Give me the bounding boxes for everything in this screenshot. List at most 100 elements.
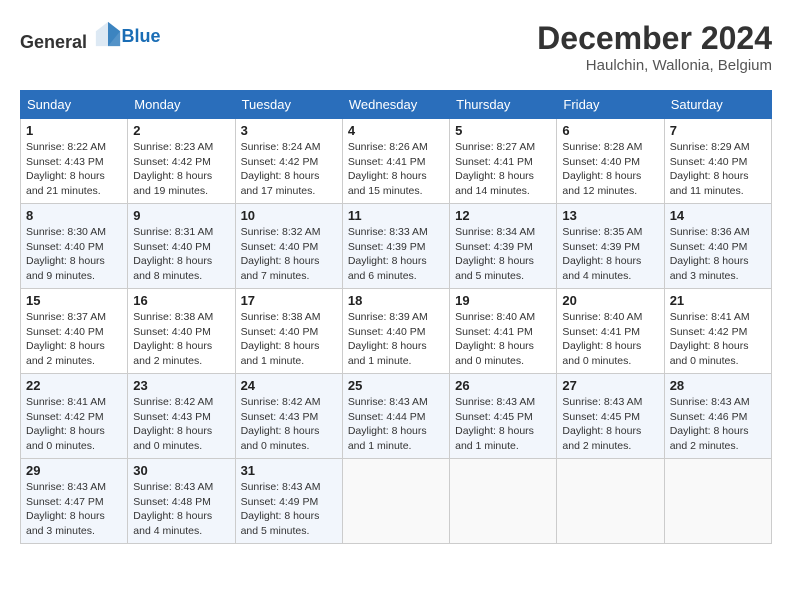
day-number: 22	[26, 378, 122, 393]
day-info: Sunrise: 8:39 AMSunset: 4:40 PMDaylight:…	[348, 311, 428, 367]
calendar-day-cell: 5 Sunrise: 8:27 AMSunset: 4:41 PMDayligh…	[450, 119, 557, 204]
day-number: 8	[26, 208, 122, 223]
day-number: 7	[670, 123, 766, 138]
calendar-day-cell	[557, 459, 664, 544]
day-number: 17	[241, 293, 337, 308]
weekday-header-monday: Monday	[128, 91, 235, 119]
day-number: 11	[348, 208, 444, 223]
day-info: Sunrise: 8:42 AMSunset: 4:43 PMDaylight:…	[133, 396, 213, 452]
day-number: 4	[348, 123, 444, 138]
day-info: Sunrise: 8:41 AMSunset: 4:42 PMDaylight:…	[26, 396, 106, 452]
day-number: 27	[562, 378, 658, 393]
calendar-day-cell: 18 Sunrise: 8:39 AMSunset: 4:40 PMDaylig…	[342, 289, 449, 374]
day-info: Sunrise: 8:40 AMSunset: 4:41 PMDaylight:…	[455, 311, 535, 367]
weekday-header-friday: Friday	[557, 91, 664, 119]
calendar-day-cell: 20 Sunrise: 8:40 AMSunset: 4:41 PMDaylig…	[557, 289, 664, 374]
calendar-day-cell: 7 Sunrise: 8:29 AMSunset: 4:40 PMDayligh…	[664, 119, 771, 204]
weekday-header-thursday: Thursday	[450, 91, 557, 119]
day-info: Sunrise: 8:36 AMSunset: 4:40 PMDaylight:…	[670, 226, 750, 282]
day-number: 1	[26, 123, 122, 138]
location-subtitle: Haulchin, Wallonia, Belgium	[537, 57, 772, 74]
day-number: 15	[26, 293, 122, 308]
day-number: 10	[241, 208, 337, 223]
calendar-week-row: 15 Sunrise: 8:37 AMSunset: 4:40 PMDaylig…	[21, 289, 772, 374]
day-info: Sunrise: 8:30 AMSunset: 4:40 PMDaylight:…	[26, 226, 106, 282]
day-info: Sunrise: 8:22 AMSunset: 4:43 PMDaylight:…	[26, 141, 106, 197]
weekday-header-wednesday: Wednesday	[342, 91, 449, 119]
calendar-day-cell	[342, 459, 449, 544]
day-number: 23	[133, 378, 229, 393]
day-number: 9	[133, 208, 229, 223]
day-number: 25	[348, 378, 444, 393]
calendar-day-cell: 23 Sunrise: 8:42 AMSunset: 4:43 PMDaylig…	[128, 374, 235, 459]
day-info: Sunrise: 8:27 AMSunset: 4:41 PMDaylight:…	[455, 141, 535, 197]
calendar-day-cell: 29 Sunrise: 8:43 AMSunset: 4:47 PMDaylig…	[21, 459, 128, 544]
logo-icon	[94, 20, 122, 48]
day-number: 2	[133, 123, 229, 138]
calendar-day-cell: 15 Sunrise: 8:37 AMSunset: 4:40 PMDaylig…	[21, 289, 128, 374]
day-info: Sunrise: 8:37 AMSunset: 4:40 PMDaylight:…	[26, 311, 106, 367]
calendar-day-cell: 30 Sunrise: 8:43 AMSunset: 4:48 PMDaylig…	[128, 459, 235, 544]
logo-blue: Blue	[122, 26, 161, 46]
month-year-title: December 2024	[537, 20, 772, 57]
day-number: 6	[562, 123, 658, 138]
day-info: Sunrise: 8:40 AMSunset: 4:41 PMDaylight:…	[562, 311, 642, 367]
calendar-day-cell	[450, 459, 557, 544]
day-info: Sunrise: 8:34 AMSunset: 4:39 PMDaylight:…	[455, 226, 535, 282]
day-info: Sunrise: 8:33 AMSunset: 4:39 PMDaylight:…	[348, 226, 428, 282]
weekday-header-tuesday: Tuesday	[235, 91, 342, 119]
day-info: Sunrise: 8:43 AMSunset: 4:45 PMDaylight:…	[455, 396, 535, 452]
calendar-week-row: 1 Sunrise: 8:22 AMSunset: 4:43 PMDayligh…	[21, 119, 772, 204]
day-number: 21	[670, 293, 766, 308]
calendar-day-cell: 6 Sunrise: 8:28 AMSunset: 4:40 PMDayligh…	[557, 119, 664, 204]
page-header: General Blue December 2024 Haulchin, Wal…	[20, 20, 772, 74]
calendar-day-cell: 12 Sunrise: 8:34 AMSunset: 4:39 PMDaylig…	[450, 204, 557, 289]
calendar-day-cell: 27 Sunrise: 8:43 AMSunset: 4:45 PMDaylig…	[557, 374, 664, 459]
day-number: 18	[348, 293, 444, 308]
day-info: Sunrise: 8:43 AMSunset: 4:45 PMDaylight:…	[562, 396, 642, 452]
calendar-day-cell: 21 Sunrise: 8:41 AMSunset: 4:42 PMDaylig…	[664, 289, 771, 374]
calendar-week-row: 22 Sunrise: 8:41 AMSunset: 4:42 PMDaylig…	[21, 374, 772, 459]
calendar-day-cell: 19 Sunrise: 8:40 AMSunset: 4:41 PMDaylig…	[450, 289, 557, 374]
weekday-header-row: SundayMondayTuesdayWednesdayThursdayFrid…	[21, 91, 772, 119]
calendar-day-cell: 28 Sunrise: 8:43 AMSunset: 4:46 PMDaylig…	[664, 374, 771, 459]
logo-general: General	[20, 32, 87, 52]
day-number: 5	[455, 123, 551, 138]
calendar-day-cell: 8 Sunrise: 8:30 AMSunset: 4:40 PMDayligh…	[21, 204, 128, 289]
calendar-day-cell: 9 Sunrise: 8:31 AMSunset: 4:40 PMDayligh…	[128, 204, 235, 289]
calendar-day-cell: 14 Sunrise: 8:36 AMSunset: 4:40 PMDaylig…	[664, 204, 771, 289]
day-info: Sunrise: 8:43 AMSunset: 4:48 PMDaylight:…	[133, 481, 213, 537]
calendar-week-row: 8 Sunrise: 8:30 AMSunset: 4:40 PMDayligh…	[21, 204, 772, 289]
day-info: Sunrise: 8:41 AMSunset: 4:42 PMDaylight:…	[670, 311, 750, 367]
day-number: 29	[26, 463, 122, 478]
day-info: Sunrise: 8:43 AMSunset: 4:47 PMDaylight:…	[26, 481, 106, 537]
day-number: 30	[133, 463, 229, 478]
calendar-table: SundayMondayTuesdayWednesdayThursdayFrid…	[20, 90, 772, 544]
day-number: 12	[455, 208, 551, 223]
day-number: 31	[241, 463, 337, 478]
day-info: Sunrise: 8:43 AMSunset: 4:44 PMDaylight:…	[348, 396, 428, 452]
calendar-day-cell: 13 Sunrise: 8:35 AMSunset: 4:39 PMDaylig…	[557, 204, 664, 289]
calendar-day-cell: 24 Sunrise: 8:42 AMSunset: 4:43 PMDaylig…	[235, 374, 342, 459]
day-number: 28	[670, 378, 766, 393]
day-info: Sunrise: 8:42 AMSunset: 4:43 PMDaylight:…	[241, 396, 321, 452]
calendar-day-cell: 11 Sunrise: 8:33 AMSunset: 4:39 PMDaylig…	[342, 204, 449, 289]
day-info: Sunrise: 8:43 AMSunset: 4:49 PMDaylight:…	[241, 481, 321, 537]
day-info: Sunrise: 8:23 AMSunset: 4:42 PMDaylight:…	[133, 141, 213, 197]
calendar-day-cell: 2 Sunrise: 8:23 AMSunset: 4:42 PMDayligh…	[128, 119, 235, 204]
day-info: Sunrise: 8:38 AMSunset: 4:40 PMDaylight:…	[133, 311, 213, 367]
calendar-day-cell: 1 Sunrise: 8:22 AMSunset: 4:43 PMDayligh…	[21, 119, 128, 204]
calendar-day-cell: 3 Sunrise: 8:24 AMSunset: 4:42 PMDayligh…	[235, 119, 342, 204]
calendar-day-cell	[664, 459, 771, 544]
day-number: 3	[241, 123, 337, 138]
day-info: Sunrise: 8:29 AMSunset: 4:40 PMDaylight:…	[670, 141, 750, 197]
day-info: Sunrise: 8:26 AMSunset: 4:41 PMDaylight:…	[348, 141, 428, 197]
calendar-week-row: 29 Sunrise: 8:43 AMSunset: 4:47 PMDaylig…	[21, 459, 772, 544]
calendar-day-cell: 4 Sunrise: 8:26 AMSunset: 4:41 PMDayligh…	[342, 119, 449, 204]
day-info: Sunrise: 8:31 AMSunset: 4:40 PMDaylight:…	[133, 226, 213, 282]
day-number: 14	[670, 208, 766, 223]
weekday-header-saturday: Saturday	[664, 91, 771, 119]
calendar-day-cell: 16 Sunrise: 8:38 AMSunset: 4:40 PMDaylig…	[128, 289, 235, 374]
calendar-day-cell: 31 Sunrise: 8:43 AMSunset: 4:49 PMDaylig…	[235, 459, 342, 544]
day-number: 24	[241, 378, 337, 393]
